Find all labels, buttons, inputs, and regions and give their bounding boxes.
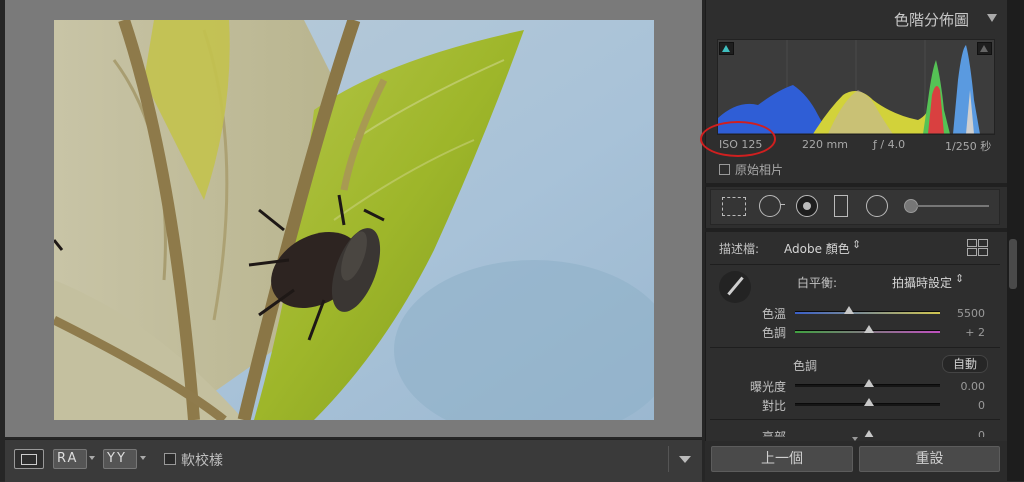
histogram-graph — [718, 40, 994, 135]
tint-value[interactable]: + 2 — [935, 326, 985, 339]
before-after-lr-label: RA — [57, 451, 79, 466]
wb-eyedropper-icon[interactable] — [719, 271, 751, 303]
exif-shutter: 1/250 秒 — [945, 140, 992, 153]
profile-label: 描述檔: — [719, 242, 760, 256]
section-divider — [710, 347, 1000, 348]
panel-scrollbar-thumb[interactable] — [1009, 239, 1017, 289]
collapse-triangle-icon[interactable] — [987, 14, 997, 22]
exif-aperture: ƒ / 4.0 — [873, 138, 906, 151]
shadow-clipping-icon[interactable] — [719, 42, 734, 55]
profile-browser-icon[interactable] — [967, 239, 988, 256]
softproof-checkbox[interactable] — [164, 453, 176, 465]
contrast-slider-thumb[interactable] — [864, 398, 874, 406]
spot-removal-icon[interactable] — [759, 195, 781, 217]
chevron-down-icon[interactable] — [89, 456, 95, 460]
annotation-circle — [700, 121, 776, 157]
leaf-beetle-photo — [54, 20, 654, 420]
wb-value[interactable]: 拍攝時設定 — [892, 274, 952, 291]
highlights-value[interactable]: 0 — [935, 429, 985, 437]
exif-focal-length: 220 mm — [802, 138, 848, 151]
highlights-clip: 亮部 0 — [705, 424, 1007, 437]
profile-value[interactable]: Adobe 顏色 — [784, 240, 850, 257]
before-after-tb-button[interactable]: YY — [103, 449, 137, 469]
tool-strip — [710, 189, 1000, 225]
section-divider — [710, 419, 1000, 420]
graduated-filter-icon[interactable] — [834, 195, 848, 217]
toolbar-menu-chevron-icon[interactable] — [679, 456, 691, 463]
exposure-label: 曝光度 — [750, 380, 787, 394]
histogram-title: 色階分佈圖 — [894, 11, 970, 29]
wb-label: 白平衡: — [797, 276, 838, 290]
profile-updown-icon[interactable]: ⇕ — [852, 238, 861, 251]
histogram — [717, 39, 995, 135]
red-eye-icon[interactable] — [796, 195, 818, 217]
wb-updown-icon[interactable]: ⇕ — [955, 272, 964, 285]
contrast-value[interactable]: 0 — [935, 399, 985, 412]
before-after-lr-button[interactable]: RA — [53, 449, 87, 469]
reset-button-label: 重設 — [915, 451, 944, 467]
temp-slider-thumb[interactable] — [844, 306, 854, 314]
highlights-label: 亮部 — [762, 430, 787, 437]
original-photo-label: 原始相片 — [735, 163, 784, 177]
radial-filter-icon[interactable] — [866, 195, 888, 217]
highlight-clipping-icon[interactable] — [977, 42, 992, 55]
original-photo-checkbox[interactable] — [719, 164, 730, 175]
section-divider — [710, 264, 1000, 265]
loupe-view-button[interactable] — [14, 449, 44, 469]
panel-divider — [705, 228, 1007, 232]
softproof-label: 軟校樣 — [181, 453, 223, 469]
toolbar-divider — [668, 446, 669, 472]
tint-slider-thumb[interactable] — [864, 325, 874, 333]
auto-tone-label: 自動 — [952, 357, 977, 371]
before-after-tb-label: YY — [107, 451, 127, 466]
tone-label: 色調 — [793, 359, 818, 373]
temp-slider-track[interactable] — [795, 311, 940, 314]
loupe-icon — [21, 454, 37, 465]
exposure-slider-thumb[interactable] — [864, 379, 874, 387]
crop-icon[interactable] — [722, 197, 746, 216]
temp-label: 色溫 — [762, 307, 787, 321]
contrast-label: 對比 — [762, 399, 787, 413]
chevron-down-icon[interactable] — [140, 456, 146, 460]
temp-value[interactable]: 5500 — [935, 307, 985, 320]
previous-button[interactable]: 上一個 — [711, 446, 853, 472]
panel-divider — [705, 183, 1007, 187]
tint-label: 色調 — [762, 326, 787, 340]
exposure-value[interactable]: 0.00 — [935, 380, 986, 393]
spot-arrow-icon — [780, 204, 785, 205]
photo-preview[interactable] — [54, 20, 654, 420]
brush-slider-track[interactable] — [916, 205, 989, 207]
previous-button-label: 上一個 — [761, 451, 803, 467]
reset-button[interactable]: 重設 — [859, 446, 1000, 472]
auto-tone-button[interactable]: 自動 — [942, 355, 988, 373]
highlights-slider-thumb[interactable] — [864, 430, 874, 437]
